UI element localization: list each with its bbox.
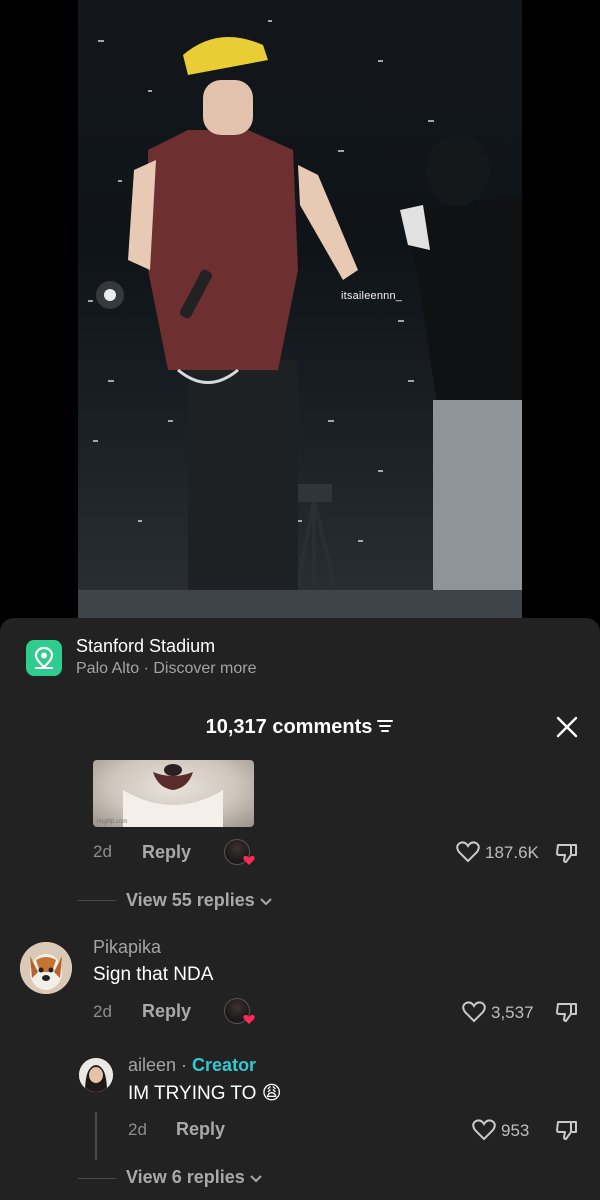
comment-text: Sign that NDA: [93, 964, 214, 985]
heart-badge-icon: [243, 1015, 255, 1024]
reply-username-line[interactable]: aileen · Creator: [128, 1055, 256, 1076]
dog-avatar-illustration: [20, 942, 72, 994]
comment-gif-image[interactable]: imgflip.com: [93, 760, 254, 827]
name-separator: ·: [176, 1055, 193, 1075]
creator-liked-avatar: [224, 998, 255, 1024]
gif-watermark: imgflip.com: [97, 819, 128, 825]
location-subtitle[interactable]: Palo Alto · Discover more: [76, 660, 257, 678]
heart-icon[interactable]: [456, 841, 480, 868]
comment-timestamp: 2d: [93, 1002, 112, 1021]
person-avatar-illustration: [79, 1058, 113, 1092]
like-count: 953: [501, 1121, 530, 1140]
like-count: 3,537: [491, 1003, 534, 1022]
heart-icon[interactable]: [462, 1001, 486, 1028]
sort-filter-icon[interactable]: [376, 716, 394, 739]
dislike-icon[interactable]: [555, 1000, 579, 1029]
reply-username: aileen: [128, 1055, 177, 1075]
view-replies-button[interactable]: View 55 replies: [126, 890, 272, 911]
video-frame[interactable]: itsaileennn_: [78, 0, 522, 618]
thread-line: [95, 1112, 97, 1160]
reply-text: IM TRYING TO 😩: [128, 1083, 282, 1104]
replies-divider: [78, 1178, 116, 1179]
chevron-down-icon: [250, 1175, 262, 1183]
comment-timestamp: 2d: [93, 842, 112, 861]
view-replies-label: View 55 replies: [126, 890, 255, 910]
reply-timestamp: 2d: [128, 1120, 147, 1139]
dislike-icon[interactable]: [555, 841, 579, 870]
creator-liked-avatar: [224, 839, 255, 865]
replies-divider: [78, 900, 116, 901]
video-watermark: itsaileennn_: [341, 290, 403, 302]
view-replies-label: View 6 replies: [126, 1167, 245, 1187]
creator-avatar[interactable]: [79, 1058, 113, 1092]
dislike-icon[interactable]: [555, 1118, 579, 1147]
dog-face-illustration: [123, 764, 223, 827]
reply-button[interactable]: Reply: [142, 1001, 191, 1022]
heart-icon[interactable]: [472, 1119, 496, 1146]
view-replies-button[interactable]: View 6 replies: [126, 1167, 262, 1188]
location-title[interactable]: Stanford Stadium: [76, 636, 215, 657]
map-pin-icon[interactable]: [26, 640, 62, 676]
stage-background: [78, 20, 522, 618]
close-icon[interactable]: [556, 716, 578, 738]
creator-badge: Creator: [192, 1055, 257, 1075]
comments-sheet: [0, 618, 600, 1200]
comments-count-header[interactable]: 10,317 comments: [0, 716, 600, 739]
heart-badge-icon: [243, 856, 255, 865]
like-count: 187.6K: [485, 843, 539, 862]
reply-button[interactable]: Reply: [176, 1119, 225, 1140]
reply-button[interactable]: Reply: [142, 842, 191, 863]
comments-count: 10,317 comments: [205, 716, 373, 738]
chevron-down-icon: [260, 898, 272, 906]
comment-username[interactable]: Pikapika: [93, 937, 161, 958]
avatar[interactable]: [20, 942, 72, 994]
